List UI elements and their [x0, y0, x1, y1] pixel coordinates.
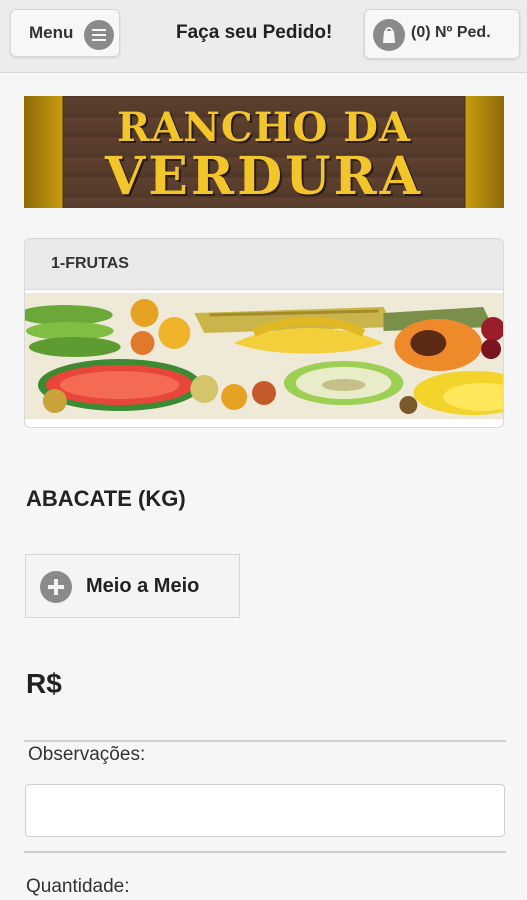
hamburger-menu-icon [84, 20, 114, 50]
category-label: 1-FRUTAS [51, 255, 129, 272]
store-logo-banner: RANCHO DA VERDURA [24, 96, 504, 208]
order-count-label: (0) Nº Ped. [411, 24, 491, 41]
banner-line-2: VERDURA [104, 146, 424, 207]
half-and-half-button[interactable]: Meio a Meio [25, 554, 240, 618]
order-cart-button[interactable]: (0) Nº Ped. [364, 9, 520, 59]
product-price: R$ [26, 668, 62, 699]
banner-line-1: RANCHO DA [117, 104, 411, 151]
observations-input[interactable] [25, 784, 505, 837]
banner-wood-background: RANCHO DA VERDURA [64, 96, 464, 208]
page-title: Faça seu Pedido! [176, 22, 333, 43]
plus-circle-icon [40, 571, 72, 603]
observations-label: Observações: [28, 744, 146, 765]
category-card[interactable]: 1-FRUTAS [24, 238, 504, 428]
top-bar: Menu Faça seu Pedido! (0) Nº Ped. [0, 0, 527, 73]
menu-button[interactable]: Menu [10, 9, 120, 57]
quantity-label: Quantidade: [26, 876, 130, 897]
category-header[interactable]: 1-FRUTAS [25, 239, 503, 290]
fruits-image [25, 293, 503, 419]
product-title: ABACATE (KG) [26, 486, 186, 511]
half-and-half-label: Meio a Meio [86, 575, 200, 597]
divider [24, 851, 506, 853]
menu-label: Menu [29, 23, 74, 42]
divider [24, 740, 506, 742]
shopping-bag-icon [373, 19, 405, 51]
